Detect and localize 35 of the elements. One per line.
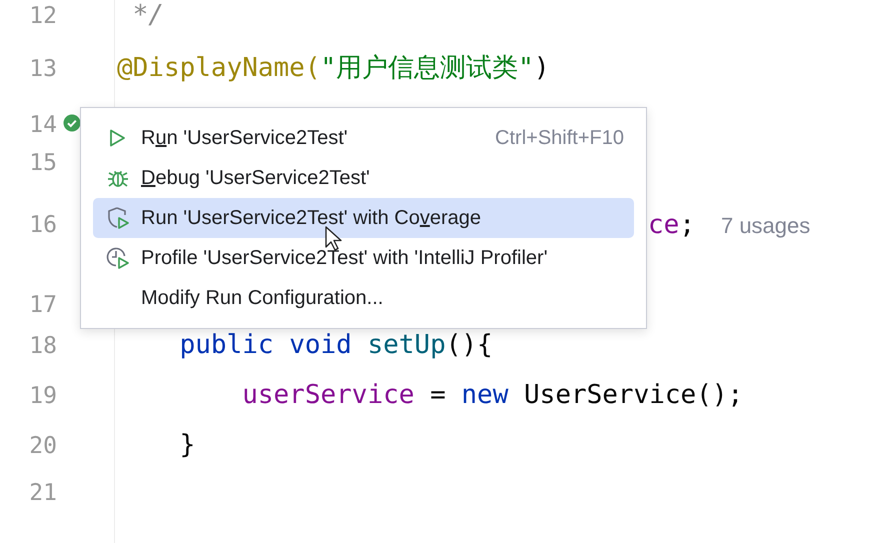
menu-item[interactable]: Modify Run Configuration... xyxy=(93,278,634,318)
line-number: 19 xyxy=(28,383,57,409)
code-text: = xyxy=(429,380,447,410)
test-passed-icon[interactable] xyxy=(63,114,81,132)
code-text: } xyxy=(178,430,196,460)
line-number: 12 xyxy=(28,3,57,29)
code-keyword: void xyxy=(289,330,353,360)
code-text: ; xyxy=(679,210,695,240)
line-number: 16 xyxy=(28,212,57,238)
code-comment: */ xyxy=(132,0,164,30)
code-text: ) xyxy=(534,53,550,83)
line-number: 18 xyxy=(28,333,57,359)
code-keyword: new xyxy=(461,380,508,410)
shortcut-label: Ctrl+Shift+F10 xyxy=(495,126,624,150)
code-method: setUp xyxy=(367,330,446,360)
line-number: 13 xyxy=(28,56,57,82)
menu-item[interactable]: Run 'UserService2Test' Ctrl+Shift+F10 xyxy=(93,118,634,158)
code-field: userService xyxy=(117,380,414,410)
line-number: 15 xyxy=(28,150,57,176)
line-number: 17 xyxy=(28,292,57,318)
code-text: UserService(); xyxy=(523,380,744,410)
clock-play-icon xyxy=(106,246,130,270)
code-text: (){ xyxy=(446,330,493,360)
line-number: 20 xyxy=(28,433,57,459)
code-string: "用户信息测试类" xyxy=(320,52,534,85)
menu-item[interactable]: Debug 'UserService2Test' xyxy=(93,158,634,198)
usage-hint[interactable]: 7 usages xyxy=(720,213,810,239)
line-number: 14 xyxy=(28,112,57,138)
menu-item[interactable]: Run 'UserService2Test' with Coverage xyxy=(93,198,634,238)
code-annotation: @DisplayName( xyxy=(117,53,320,83)
menu-item[interactable]: Profile 'UserService2Test' with 'IntelliJ Profiler' xyxy=(93,238,634,278)
line-number: 21 xyxy=(28,480,57,506)
code-keyword: public xyxy=(178,330,275,360)
code-field: ce xyxy=(648,210,680,240)
shield-play-icon xyxy=(106,206,130,230)
